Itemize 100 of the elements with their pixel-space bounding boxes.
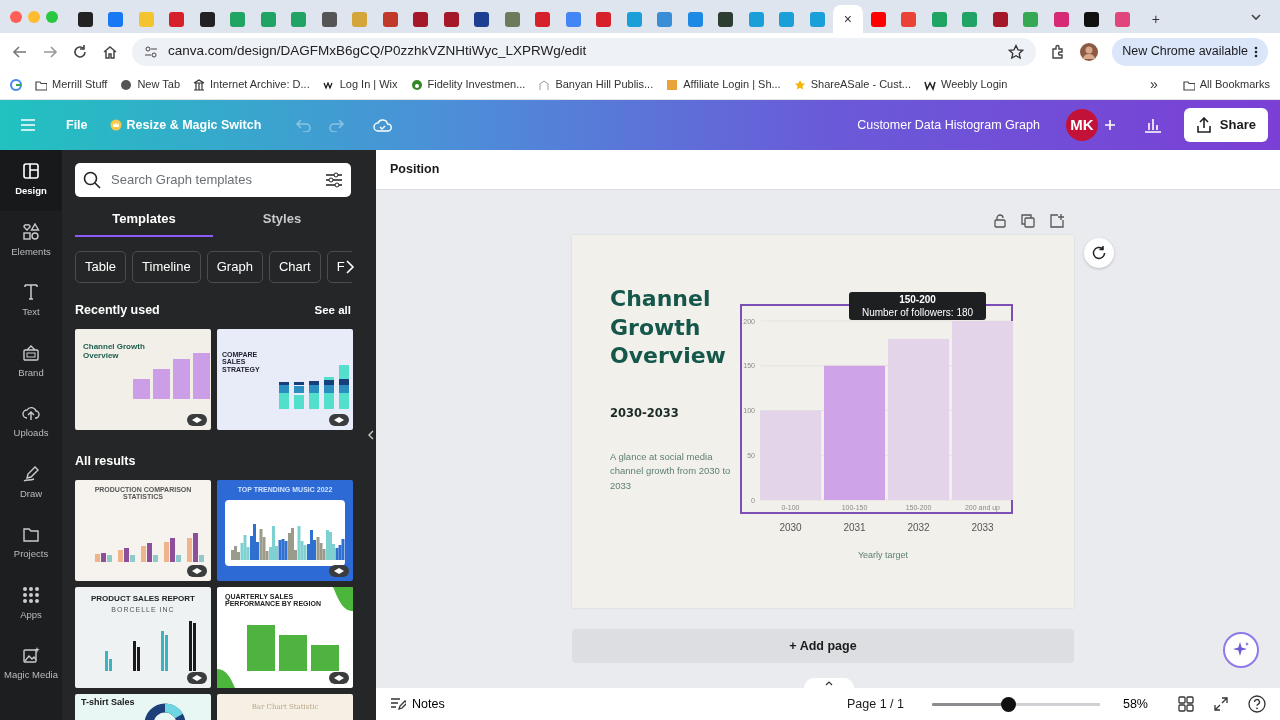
bookmark-favicon-icon: [35, 78, 47, 91]
share-button[interactable]: Share: [1183, 108, 1268, 142]
sidebar-item[interactable]: Magic Media: [0, 634, 62, 695]
year-label: 2033: [971, 522, 994, 533]
bookmark-star-icon[interactable]: [1008, 43, 1025, 60]
section-heading: All results: [75, 452, 136, 470]
notes-icon: [390, 697, 406, 711]
shapes-icon: [22, 222, 40, 241]
apps-grid-icon: [22, 585, 40, 604]
slide-subtitle: 2030-2033: [610, 404, 680, 422]
cloud-saved-icon[interactable]: [373, 118, 394, 132]
scroll-right-icon[interactable]: [345, 260, 355, 274]
axis-title: Yearly target: [857, 550, 909, 560]
bookmark-link[interactable]: Affiliate Login | Sh...: [666, 76, 781, 93]
bookmark-link[interactable]: New Tab: [120, 76, 181, 93]
expand-pages-button[interactable]: [804, 678, 854, 688]
add-page-icon[interactable]: [1050, 214, 1064, 228]
forward-icon[interactable]: [42, 43, 58, 60]
browser-tab[interactable]: ×: [832, 5, 863, 33]
address-bar[interactable]: canva.com/design/DAGFMxB6gCQ/P0zzhkVZNHtiWyc_LXPRWg/edit: [132, 37, 1037, 66]
template-thumbnail[interactable]: T-shirt Sales: [75, 693, 211, 720]
zoom-percent[interactable]: 58%: [1122, 694, 1148, 714]
pen-icon: [22, 464, 40, 483]
search-icon: [83, 171, 101, 189]
help-icon[interactable]: [1248, 695, 1266, 713]
lock-icon[interactable]: [994, 214, 1006, 228]
sidebar-item[interactable]: Text: [0, 271, 62, 332]
bookmark-link[interactable]: Internet Archive: D...: [193, 76, 310, 93]
slide-description: A glance at social media channel growth from 2030 to 2033: [610, 449, 732, 493]
bookmark-favicon-icon: [410, 78, 423, 91]
see-all-link[interactable]: See all: [314, 301, 351, 319]
fullscreen-icon[interactable]: [1214, 697, 1228, 711]
all-bookmarks-button[interactable]: All Bookmarks: [1182, 76, 1270, 93]
bookmark-link[interactable]: Fidelity Investmen...: [410, 76, 526, 93]
add-page-button[interactable]: + Add page: [572, 629, 1074, 663]
bookmark-favicon-icon: [193, 78, 206, 91]
filter-chip[interactable]: F: [326, 251, 352, 283]
template-thumbnail[interactable]: Channel Growth Overview: [75, 328, 211, 430]
filter-chip[interactable]: Chart: [268, 251, 321, 283]
bookmark-link[interactable]: Banyan Hill Publis...: [538, 76, 654, 93]
panel-tab[interactable]: Templates: [75, 203, 213, 237]
text-icon: [22, 283, 40, 302]
tooltip-text: Number of followers: 180: [860, 306, 975, 319]
user-avatar[interactable]: MK: [1065, 109, 1098, 141]
sidebar-item[interactable]: Brand: [0, 331, 62, 392]
position-button[interactable]: Position: [376, 150, 1280, 190]
bookmark-favicon-icon: [120, 78, 133, 91]
duplicate-icon[interactable]: [1021, 214, 1035, 228]
magic-button[interactable]: [1223, 632, 1259, 668]
sidebar-item[interactable]: Draw: [0, 452, 62, 513]
site-settings-icon[interactable]: [144, 44, 158, 59]
bookmark-link[interactable]: Log In | Wix: [322, 76, 398, 93]
insights-icon[interactable]: [1143, 117, 1162, 133]
collapse-panel-icon[interactable]: [367, 430, 374, 440]
filter-icon[interactable]: [325, 172, 343, 188]
reload-icon[interactable]: [72, 43, 88, 60]
image-sparkle-icon: [22, 646, 40, 665]
thumbnail-title: Channel Growth Overview: [83, 342, 145, 361]
more-icon: [1254, 45, 1258, 58]
filter-chip[interactable]: Timeline: [132, 251, 201, 283]
grid-view-icon[interactable]: [1178, 696, 1194, 712]
sidebar-item[interactable]: Projects: [0, 513, 62, 574]
panel-tab[interactable]: Styles: [213, 203, 351, 237]
sidebar-item[interactable]: Elements: [0, 210, 62, 271]
more-bookmarks-button[interactable]: »: [1149, 74, 1158, 95]
year-label: 2030: [779, 522, 802, 533]
layout-icon: [22, 162, 40, 181]
sidebar-item[interactable]: Apps: [0, 573, 62, 634]
filter-chip[interactable]: Table: [75, 251, 127, 283]
search-input[interactable]: Search Graph templates: [109, 169, 317, 191]
notes-button[interactable]: Notes: [390, 694, 445, 714]
bookmark-link[interactable]: ShareASale - Cust...: [793, 76, 911, 93]
back-icon[interactable]: [12, 43, 28, 60]
upload-icon: [1195, 117, 1212, 133]
design-title[interactable]: Customer Data Histogram Graph: [857, 115, 1040, 135]
tooltip-title: 150-200: [898, 293, 937, 306]
home-icon[interactable]: [102, 43, 118, 60]
bookmark-link[interactable]: Merrill Stuff: [35, 76, 108, 93]
new-tab-button[interactable]: +: [1140, 5, 1171, 33]
section-heading: Recently used: [75, 302, 160, 319]
google-icon[interactable]: [10, 78, 22, 91]
profile-avatar-icon[interactable]: [1080, 42, 1099, 61]
refresh-button[interactable]: [1084, 238, 1114, 268]
crown-icon: [109, 119, 122, 131]
bookmark-link[interactable]: Weebly Login: [923, 76, 1008, 93]
bookmark-favicon-icon: [538, 78, 551, 91]
sidebar-item[interactable]: Design: [0, 150, 62, 211]
briefcase-icon: [22, 343, 40, 362]
search-bar[interactable]: Search Graph templates: [75, 163, 351, 197]
comment-refresh-icon: [1091, 245, 1107, 261]
folder-icon: [22, 525, 40, 544]
chevron-up-icon: [825, 680, 833, 686]
window-control-icon[interactable]: [10, 10, 22, 23]
update-button[interactable]: New Chrome available: [1112, 37, 1268, 66]
filter-chip[interactable]: Graph: [206, 251, 263, 283]
slider-thumb[interactable]: [1000, 696, 1016, 712]
thumbnail-title: T-shirt Sales: [81, 697, 136, 708]
add-person-icon[interactable]: [1103, 119, 1116, 131]
sidebar-item[interactable]: Uploads: [0, 392, 62, 453]
thumbnail-title: PRODUCT SALES REPORT: [90, 594, 196, 604]
